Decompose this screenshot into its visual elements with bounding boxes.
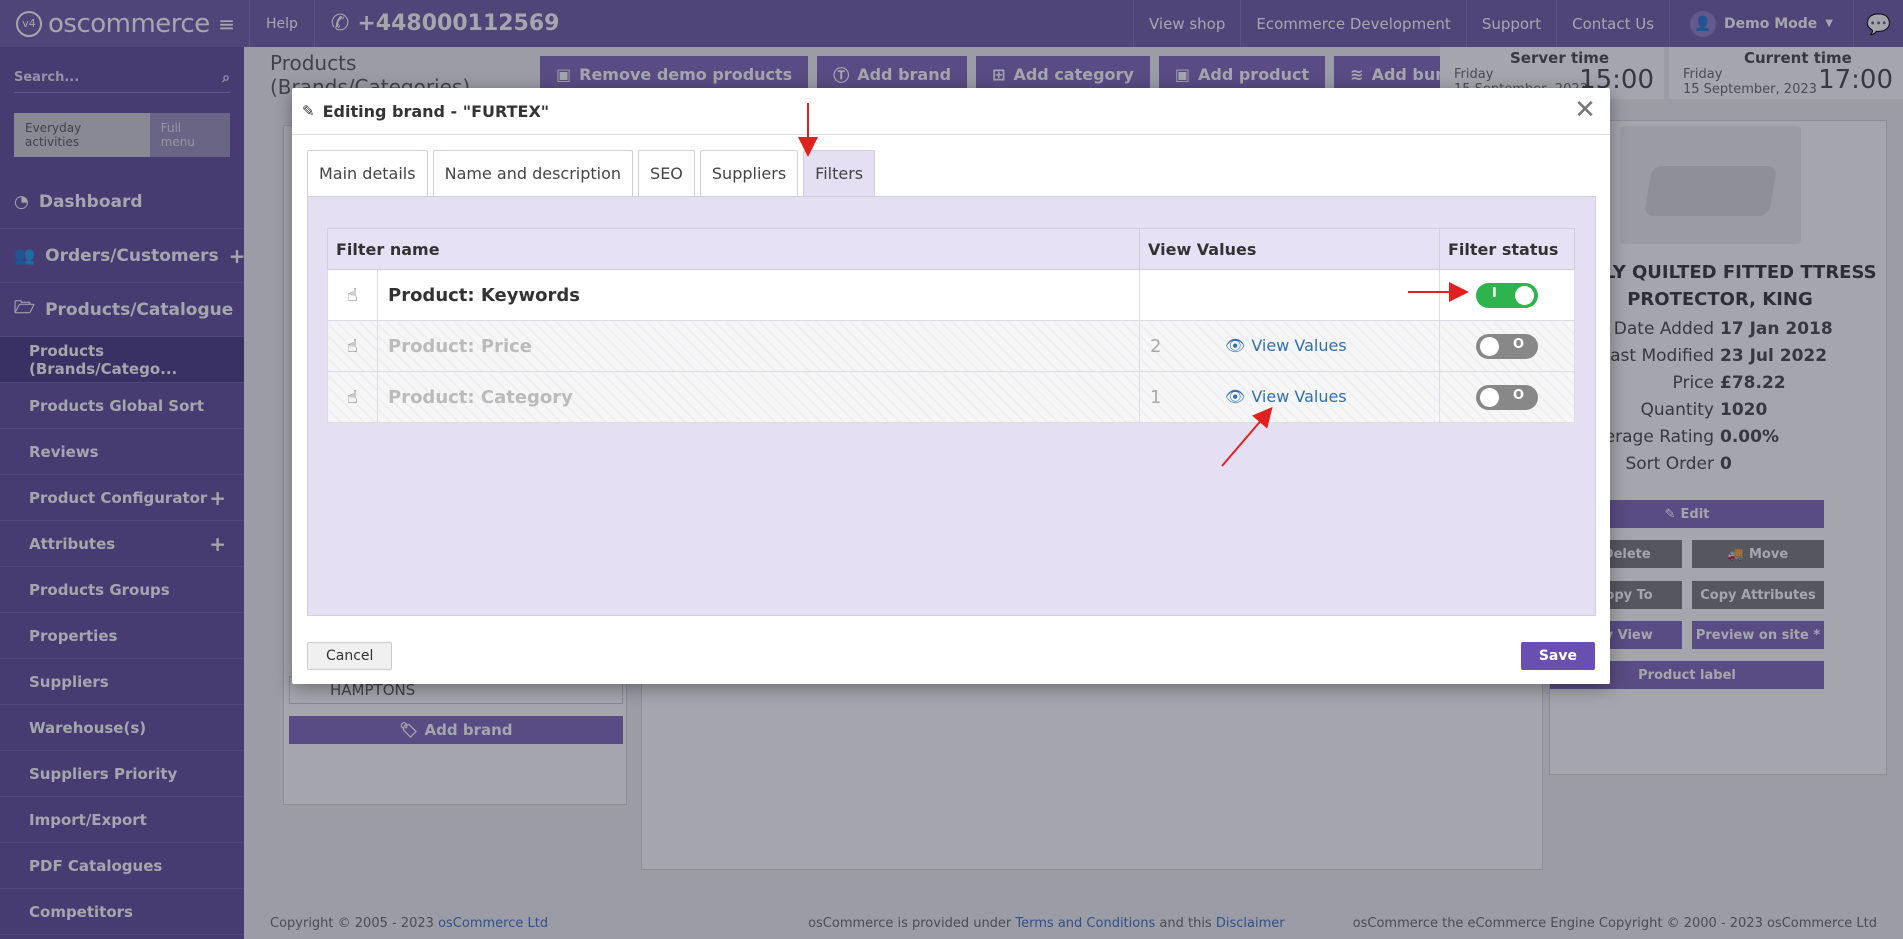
filter-status-cell: I bbox=[1439, 269, 1575, 321]
drag-handle-icon[interactable]: ☝ bbox=[327, 371, 378, 423]
filters-tab-panel: Filter name View Values Filter status ☝ … bbox=[307, 196, 1596, 616]
modal-header: ✎ Editing brand - "FURTEX" ✕ bbox=[292, 88, 1610, 135]
values-count: 2 bbox=[1150, 335, 1162, 357]
filter-status-toggle[interactable]: O bbox=[1476, 384, 1538, 410]
view-values-link[interactable]: 👁 View Values bbox=[1225, 387, 1347, 406]
modal-footer: Cancel Save bbox=[307, 642, 1595, 670]
edit-brand-modal: ✎ Editing brand - "FURTEX" ✕ Main detail… bbox=[292, 88, 1610, 684]
view-values-link[interactable]: 👁 View Values bbox=[1225, 336, 1347, 355]
view-values-cell bbox=[1139, 269, 1440, 321]
cancel-button[interactable]: Cancel bbox=[307, 642, 393, 670]
column-header-filter-name: Filter name bbox=[327, 228, 1140, 270]
drag-handle-icon[interactable]: ☝ bbox=[327, 320, 378, 372]
values-count: 1 bbox=[1150, 386, 1162, 408]
filter-name: Product: Category bbox=[377, 371, 1140, 423]
tab-suppliers[interactable]: Suppliers bbox=[699, 150, 799, 196]
view-values-cell: 1 👁 View Values bbox=[1139, 371, 1440, 423]
link-label: View Values bbox=[1251, 336, 1347, 355]
filter-status-toggle[interactable]: I bbox=[1476, 282, 1538, 308]
close-icon[interactable]: ✕ bbox=[1570, 95, 1600, 125]
modal-title: Editing brand - "FURTEX" bbox=[322, 101, 550, 121]
column-header-filter-status: Filter status bbox=[1439, 228, 1575, 270]
eye-icon: 👁 bbox=[1225, 387, 1246, 406]
toggle-mark: O bbox=[1512, 387, 1524, 403]
table-row: ☝ Product: Price 2 👁 View Values O bbox=[327, 320, 1575, 372]
table-row: ☝ Product: Category 1 👁 View Values O bbox=[327, 371, 1575, 423]
filter-status-toggle[interactable]: O bbox=[1476, 333, 1538, 359]
tab-name-description[interactable]: Name and description bbox=[432, 150, 634, 196]
filter-name: Product: Keywords bbox=[377, 269, 1140, 321]
eye-icon: 👁 bbox=[1225, 336, 1246, 355]
toggle-mark: O bbox=[1512, 336, 1524, 352]
tab-filters[interactable]: Filters bbox=[803, 150, 876, 196]
view-values-cell: 2 👁 View Values bbox=[1139, 320, 1440, 372]
filter-status-cell: O bbox=[1439, 320, 1575, 372]
toggle-mark: I bbox=[1492, 285, 1497, 301]
table-header-row: Filter name View Values Filter status bbox=[327, 228, 1575, 270]
modal-tabs: Main details Name and description SEO Su… bbox=[307, 150, 876, 196]
link-label: View Values bbox=[1251, 387, 1347, 406]
filter-status-cell: O bbox=[1439, 371, 1575, 423]
column-header-view-values: View Values bbox=[1139, 228, 1440, 270]
tab-seo[interactable]: SEO bbox=[638, 150, 695, 196]
tab-main-details[interactable]: Main details bbox=[307, 150, 428, 196]
pencil-icon: ✎ bbox=[302, 102, 315, 120]
save-button[interactable]: Save bbox=[1520, 642, 1595, 670]
drag-handle-icon[interactable]: ☝ bbox=[327, 269, 378, 321]
table-row: ☝ Product: Keywords I bbox=[327, 269, 1575, 321]
filter-name: Product: Price bbox=[377, 320, 1140, 372]
filters-table: Filter name View Values Filter status ☝ … bbox=[327, 228, 1575, 423]
